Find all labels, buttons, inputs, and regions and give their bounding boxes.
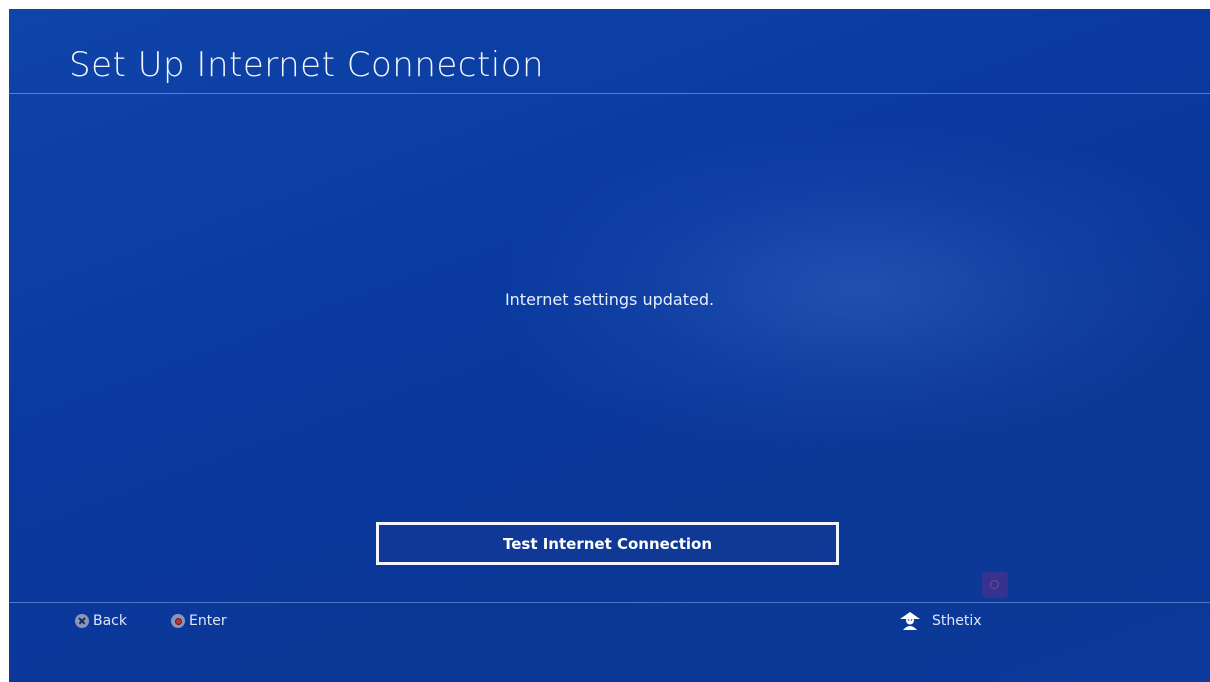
back-label: Back <box>93 613 127 629</box>
circle-button-icon <box>171 614 185 628</box>
ps4-setup-screen: Set Up Internet Connection Internet sett… <box>9 9 1210 682</box>
footer-divider <box>9 602 1210 603</box>
header-divider <box>9 93 1210 94</box>
back-hint[interactable]: Back <box>75 612 127 630</box>
user-icon <box>900 612 920 630</box>
user-indicator: Sthetix <box>900 612 982 630</box>
enter-label: Enter <box>189 613 227 629</box>
enter-hint[interactable]: Enter <box>171 612 227 630</box>
background-glow <box>509 129 1209 449</box>
notification-marker-icon <box>982 572 1008 598</box>
user-name: Sthetix <box>932 613 982 629</box>
test-internet-connection-button[interactable]: Test Internet Connection <box>376 522 839 565</box>
cross-button-icon <box>75 614 89 628</box>
test-internet-connection-label: Test Internet Connection <box>502 534 712 553</box>
page-title: Set Up Internet Connection <box>69 45 545 85</box>
status-message: Internet settings updated. <box>504 290 715 309</box>
